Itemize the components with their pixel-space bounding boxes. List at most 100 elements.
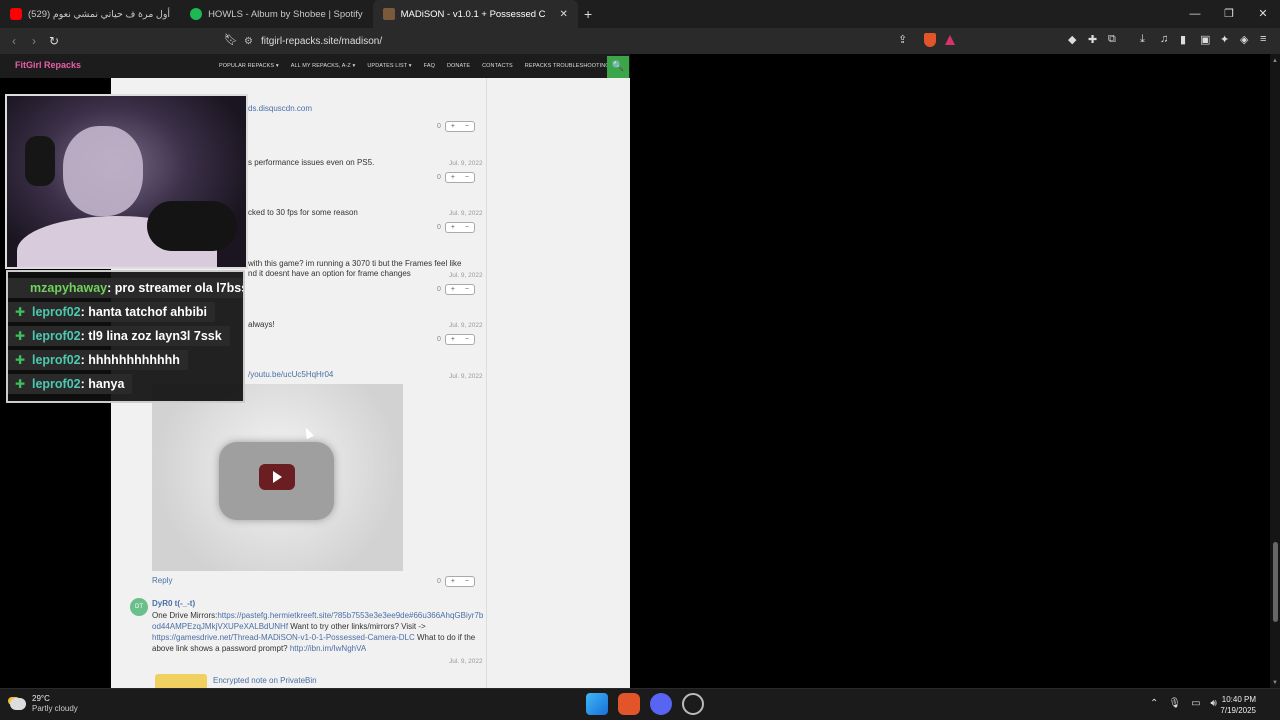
tab-label: MADiSON - v1.0.1 + Possessed C <box>400 8 546 20</box>
upvote-button[interactable]: + <box>446 223 460 232</box>
comment-date[interactable]: Jul. 9, 2022 <box>449 272 483 279</box>
downvote-button[interactable]: − <box>460 223 474 232</box>
chat-username: leprof02 <box>32 377 81 391</box>
close-tab-icon[interactable]: ✕ <box>560 9 568 20</box>
chat-text: : hanta tatchof ahbibi <box>80 305 208 319</box>
site-nav: FitGirl Repacks POPULAR REPACKS ▾ ALL MY… <box>0 54 630 78</box>
scroll-down-icon[interactable]: ▼ <box>1272 680 1278 686</box>
url-field[interactable]: ⚙︎ fitgirl-repacks.site/madison/ <box>244 32 964 50</box>
download-icon[interactable]: ⤓ <box>1140 33 1145 46</box>
menu-icon[interactable]: ≡ <box>1260 33 1266 45</box>
scroll-up-icon[interactable]: ▲ <box>1272 58 1278 64</box>
image-link[interactable]: ds.disquscdn.com <box>248 104 312 113</box>
puzzle-icon[interactable]: ✚ <box>1088 33 1097 46</box>
reply-link[interactable]: Reply <box>152 576 172 585</box>
share-icon[interactable]: ⇪ <box>898 33 907 46</box>
upvote-button[interactable]: + <box>446 173 460 182</box>
maximize-button[interactable]: ❐ <box>1212 0 1246 28</box>
brave-browser-icon[interactable] <box>618 693 640 715</box>
scrollbar-thumb[interactable] <box>1273 542 1278 622</box>
clock-time: 10:40 PM <box>1221 695 1256 704</box>
gamesdrive-link[interactable]: https://gamesdrive.net/Thread-MADiSON-v1… <box>152 633 415 642</box>
play-icon[interactable] <box>259 464 295 490</box>
sidebar-icon[interactable]: ▮ <box>1180 33 1186 46</box>
tab-spotify[interactable]: HOWLS - Album by Shobee | Spotify <box>180 0 373 28</box>
discord-icon[interactable] <box>650 693 672 715</box>
game-icon <box>382 8 395 20</box>
comment-text: always! <box>248 320 275 329</box>
avatar[interactable]: DT <box>130 598 148 616</box>
vote-count: 0 <box>437 286 441 293</box>
weather-widget[interactable]: 29°C Partly cloudy <box>10 694 78 713</box>
upvote-button[interactable]: + <box>446 335 460 344</box>
back-icon[interactable]: ‹ <box>4 34 24 48</box>
downvote-button[interactable]: − <box>460 122 474 131</box>
microphone-icon[interactable]: 🎙︎ <box>1168 698 1181 709</box>
vote-controls: 0 + − <box>437 222 475 233</box>
volume-icon[interactable]: 🔊︎ <box>1211 698 1217 709</box>
upvote-button[interactable]: + <box>446 122 460 131</box>
obs-icon[interactable] <box>682 693 704 715</box>
tab-label: (529) أول مرة ف حياتي نمشي نعوم <box>28 8 171 20</box>
menu-updates[interactable]: UPDATES LIST ▾ <box>367 63 411 69</box>
page-scrollbar[interactable]: ▲ ▼ <box>1270 54 1280 688</box>
new-tab-button[interactable]: + <box>584 6 592 22</box>
media-icon[interactable]: ♫ <box>1160 33 1168 45</box>
comment-date[interactable]: Jul. 9, 2022 <box>449 373 483 380</box>
menu-contacts[interactable]: CONTACTS <box>482 63 513 69</box>
youtube-link[interactable]: /youtu.be/ucUc5HqHr04 <box>248 370 333 379</box>
downvote-button[interactable]: − <box>460 577 474 586</box>
bookmark-icon[interactable]: 🔖︎ <box>224 33 238 46</box>
site-info-icon[interactable]: ⚙︎ <box>244 36 253 47</box>
password-help-link[interactable]: http://ibn.im/IwNghVA <box>290 644 366 653</box>
comment-date[interactable]: Jul. 9, 2022 <box>449 658 483 665</box>
close-window-button[interactable]: ✕ <box>1246 0 1280 28</box>
extension-diamond-icon[interactable]: ◆ <box>1068 33 1076 46</box>
forward-icon[interactable]: › <box>24 34 44 48</box>
comment-date[interactable]: Jul. 9, 2022 <box>449 160 483 167</box>
privatebin-link[interactable]: Encrypted note on PrivateBin <box>213 676 317 685</box>
system-tray: ⌃ 🎙︎ ▭ 🔊︎ <box>1150 698 1217 709</box>
vpn-icon[interactable]: ◈ <box>1240 33 1248 46</box>
brave-rewards-icon[interactable] <box>945 35 955 45</box>
reload-icon[interactable]: ↻ <box>44 34 64 48</box>
spotify-icon <box>190 8 203 20</box>
chevron-up-icon[interactable]: ⌃ <box>1150 698 1158 709</box>
taskbar-clock[interactable]: 10:40 PM 7/19/2025 <box>1220 694 1256 716</box>
tab-youtube[interactable]: (529) أول مرة ف حياتي نمشي نعوم <box>0 0 180 28</box>
taskbar-apps <box>586 693 704 715</box>
menu-popular[interactable]: POPULAR REPACKS ▾ <box>219 63 279 69</box>
downvote-button[interactable]: − <box>460 173 474 182</box>
youtube-embed[interactable] <box>152 384 403 571</box>
menu-troubleshooting[interactable]: REPACKS TROUBLESHOOTING <box>525 63 610 69</box>
chat-message: ✚ leprof02 : hanta tatchof ahbibi <box>8 302 216 322</box>
site-logo[interactable]: FitGirl Repacks <box>15 60 81 70</box>
vote-controls: 0 + − <box>437 284 475 295</box>
minimize-button[interactable]: — <box>1178 0 1212 28</box>
comment-username[interactable]: DyR0 t(-_-t) <box>152 599 195 608</box>
downvote-button[interactable]: − <box>460 335 474 344</box>
vote-count: 0 <box>437 578 441 585</box>
leo-icon[interactable]: ✦ <box>1220 33 1229 46</box>
search-icon[interactable]: 🔍 <box>607 56 629 78</box>
menu-all-repacks[interactable]: ALL MY REPACKS, A-Z ▾ <box>291 63 356 69</box>
comment-date[interactable]: Jul. 9, 2022 <box>449 322 483 329</box>
upvote-button[interactable]: + <box>446 285 460 294</box>
brave-shields-icon[interactable] <box>924 33 936 47</box>
window-controls: — ❐ ✕ <box>1178 0 1280 28</box>
upvote-button[interactable]: + <box>446 577 460 586</box>
screenshot-icon[interactable]: ⧉ <box>1108 33 1116 46</box>
vote-controls: 0 + − <box>437 121 475 132</box>
windows-start-icon[interactable] <box>586 693 608 715</box>
tab-madison[interactable]: MADiSON - v1.0.1 + Possessed C ✕ <box>372 0 578 28</box>
headset <box>25 136 55 186</box>
menu-faq[interactable]: FAQ <box>424 63 435 69</box>
wallet-icon[interactable]: ▣ <box>1200 33 1210 46</box>
chat-message: ✚ leprof02 : hanya <box>8 374 133 394</box>
downvote-button[interactable]: − <box>460 285 474 294</box>
chat-badge-icon: ✚ <box>15 305 26 319</box>
network-icon[interactable]: ▭ <box>1191 698 1200 709</box>
temperature: 29°C <box>32 694 50 703</box>
comment-date[interactable]: Jul. 9, 2022 <box>449 210 483 217</box>
menu-donate[interactable]: DONATE <box>447 63 470 69</box>
